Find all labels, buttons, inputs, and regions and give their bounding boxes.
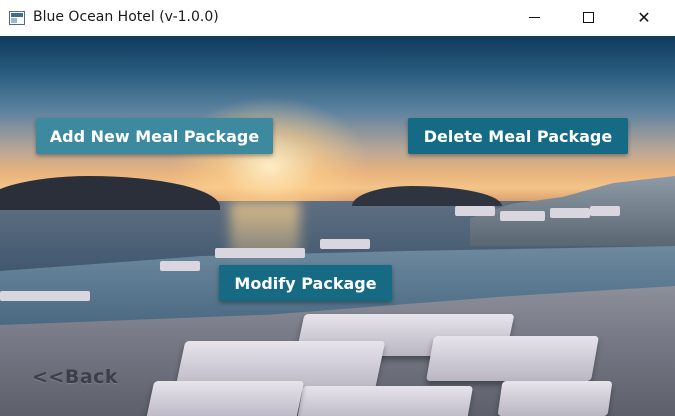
distant-lounger [320,239,370,249]
title-bar[interactable]: Blue Ocean Hotel (v-1.0.0) ✕ [0,0,675,36]
lounger [426,336,599,381]
minimize-icon [528,16,540,18]
app-window: Blue Ocean Hotel (v-1.0.0) ✕ Add New Mea… [0,0,675,416]
sunset-pool-background-image: Add New Meal Package Delete Meal Package… [0,36,675,416]
distant-lounger [590,206,620,216]
close-button[interactable]: ✕ [621,0,667,34]
lounger [497,381,613,416]
island-right [352,186,502,206]
distant-lounger [0,291,90,301]
modify-package-button[interactable]: Modify Package [219,265,392,301]
maximize-button[interactable] [565,0,611,34]
window-title: Blue Ocean Hotel (v-1.0.0) [33,9,219,25]
delete-meal-package-button[interactable]: Delete Meal Package [408,118,628,154]
distant-lounger [500,211,545,221]
lounger [145,381,305,416]
distant-lounger [160,261,200,271]
app-window-icon [9,11,25,25]
close-icon: ✕ [637,7,651,27]
distant-lounger [215,248,305,258]
distant-lounger [455,206,495,216]
maximize-icon [582,11,594,23]
add-meal-package-button[interactable]: Add New Meal Package [36,118,273,154]
distant-lounger [550,208,590,218]
minimize-button[interactable] [511,0,557,34]
lounger [296,386,474,416]
back-link[interactable]: <<Back [32,366,118,388]
